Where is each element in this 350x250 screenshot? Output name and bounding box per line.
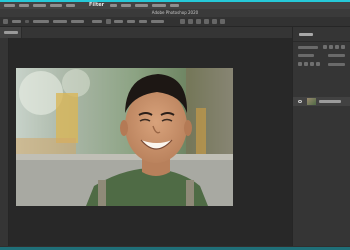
menu-item-filter[interactable]: Filter [89,2,104,9]
filter-icon-1[interactable] [323,45,327,49]
option-field-9[interactable] [139,20,147,23]
menu-item-file[interactable] [4,4,15,7]
app-title: Adobe Photoshop 2020 [151,10,199,15]
document-tab-bar [0,27,292,38]
option-field-10[interactable] [151,20,164,23]
option-field-6[interactable] [92,20,102,23]
blend-mode-select[interactable] [298,54,314,57]
document-tab-label [4,31,18,34]
menu-item-3d[interactable] [110,4,117,7]
menu-item-plugins[interactable] [135,4,148,7]
lock-icon-4[interactable] [316,62,320,66]
fill-field[interactable] [328,63,345,66]
photoshop-window: { "menubar": { "filter_label": "Filter" … [0,0,350,250]
option-field-7[interactable] [114,20,123,23]
filter-icon-4[interactable] [341,45,345,49]
menu-item-window[interactable] [152,4,166,7]
align-icon-4[interactable] [204,19,209,24]
layer-filter-row[interactable] [298,46,318,49]
opacity-field[interactable] [328,54,345,57]
layer-thumbnail [307,98,316,105]
panel-tab-layers[interactable] [299,33,313,36]
option-field-3[interactable] [33,20,49,23]
align-icon-1[interactable] [180,19,185,24]
lock-icon-2[interactable] [304,62,308,66]
document-photo[interactable] [16,68,233,206]
menu-bar: Filter [0,2,350,9]
options-bar [0,17,350,27]
option-field-4[interactable] [53,20,67,23]
align-icon-6[interactable] [220,19,225,24]
align-icon-2[interactable] [188,19,193,24]
filter-icon-3[interactable] [335,45,339,49]
menu-item-type[interactable] [66,4,75,7]
panel-divider [293,41,350,42]
layer-row-background[interactable] [293,97,350,106]
tools-panel [0,38,9,250]
menu-item-layer[interactable] [50,4,62,7]
option-field-5[interactable] [71,20,84,23]
lock-icon-1[interactable] [298,62,302,66]
document-tab[interactable] [0,27,22,38]
menu-item-edit[interactable] [19,4,29,7]
align-icon-3[interactable] [196,19,201,24]
photo-illustration [16,68,233,206]
filter-icon-2[interactable] [329,45,333,49]
menu-item-image[interactable] [33,4,46,7]
right-panels [292,27,350,250]
option-field-8[interactable] [127,20,135,23]
menu-item-view[interactable] [121,4,131,7]
option-toggle-1[interactable] [106,19,111,24]
align-icon-5[interactable] [212,19,217,24]
layer-name [319,100,341,103]
option-field-1[interactable] [12,20,21,23]
option-field-2[interactable] [25,20,29,23]
eye-icon[interactable] [298,100,302,103]
menu-item-help[interactable] [170,4,179,7]
lock-icon-3[interactable] [310,62,314,66]
tool-preset-icon[interactable] [3,19,8,24]
title-bar: Adobe Photoshop 2020 [0,9,350,17]
